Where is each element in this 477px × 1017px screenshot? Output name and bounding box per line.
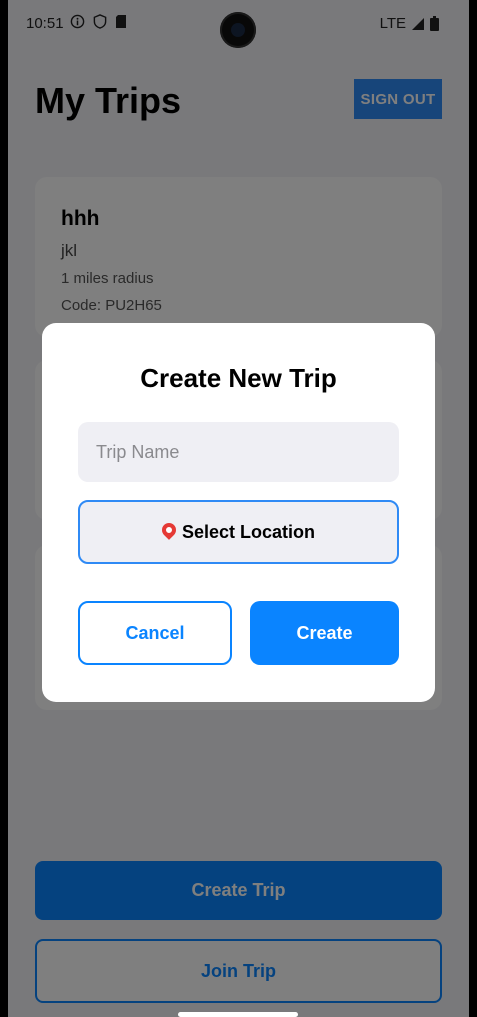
- location-pin-icon: [159, 520, 179, 540]
- app-screen: 10:51 LTE: [8, 0, 469, 1017]
- create-button[interactable]: Create: [250, 601, 399, 665]
- cancel-button[interactable]: Cancel: [78, 601, 232, 665]
- create-trip-dialog: Create New Trip Select Location Cancel C…: [42, 323, 435, 702]
- home-indicator: [178, 1012, 298, 1017]
- device-frame: 10:51 LTE: [0, 0, 477, 1017]
- select-location-button[interactable]: Select Location: [78, 500, 399, 564]
- dialog-title: Create New Trip: [140, 363, 337, 393]
- trip-name-input[interactable]: [78, 422, 399, 482]
- select-location-label: Select Location: [181, 521, 316, 542]
